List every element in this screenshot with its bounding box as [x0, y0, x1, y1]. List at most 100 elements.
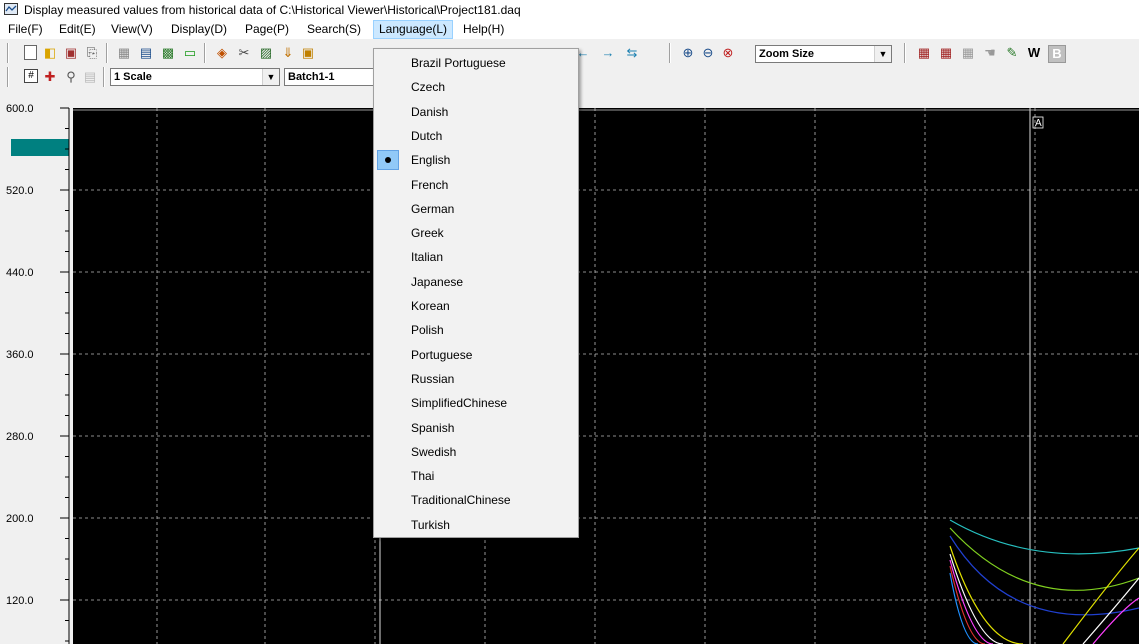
language-item-swedish[interactable]: Swedish: [376, 441, 576, 463]
radio-check-icon: [377, 150, 399, 171]
language-item-korean[interactable]: Korean: [376, 295, 576, 317]
language-item-label: Czech: [411, 80, 446, 95]
zoom-out-icon[interactable]: ⊖: [700, 45, 716, 61]
export-icon[interactable]: ▩: [160, 45, 176, 61]
menu-help[interactable]: Help(H): [458, 20, 509, 39]
language-item-label: Turkish: [411, 517, 450, 532]
batch-combo[interactable]: Batch1-1: [284, 68, 374, 86]
pointer-icon[interactable]: ☚: [982, 45, 998, 61]
language-item-label: Danish: [411, 104, 449, 119]
language-item-czech[interactable]: Czech: [376, 76, 576, 98]
menu-language[interactable]: Language(L): [373, 20, 454, 39]
paste-icon[interactable]: ▨: [258, 45, 274, 61]
language-item-italian[interactable]: Italian: [376, 246, 576, 268]
language-item-label: Thai: [411, 469, 435, 484]
language-item-russian[interactable]: Russian: [376, 368, 576, 390]
hash-icon[interactable]: #: [24, 69, 38, 83]
y-tick-label: 200.0: [6, 513, 34, 525]
language-item-label: Italian: [411, 250, 444, 265]
chevron-down-icon[interactable]: ▼: [262, 69, 279, 85]
language-item-japanese[interactable]: Japanese: [376, 271, 576, 293]
language-item-french[interactable]: French: [376, 174, 576, 196]
language-item-label: Portuguese: [411, 347, 473, 362]
sort-icon[interactable]: ⇓: [280, 45, 296, 61]
menu-display[interactable]: Display(D): [166, 20, 232, 39]
menu-bar: File(F) Edit(E) View(V) Display(D) Page(…: [0, 20, 1139, 39]
language-item-label: Spanish: [411, 420, 455, 435]
language-dropdown: Brazil Portuguese Czech Danish Dutch English…: [373, 48, 579, 538]
chart-overlay-icon[interactable]: ▦: [938, 45, 954, 61]
language-item-label: English: [411, 153, 451, 168]
y-axis: 600.0 520.0 440.0 360.0 280.0 200.0 120.0: [6, 103, 70, 644]
menu-edit[interactable]: Edit(E): [54, 20, 101, 39]
language-item-label: Dutch: [411, 128, 443, 143]
clipboard-icon[interactable]: ▤: [82, 69, 98, 85]
grid-icon[interactable]: ▦: [116, 45, 132, 61]
save-icon[interactable]: ▣: [63, 45, 79, 61]
y-tick-label: 600.0: [6, 103, 34, 115]
app-icon: [4, 3, 18, 15]
language-item-label: German: [411, 201, 455, 216]
language-item-german[interactable]: German: [376, 198, 576, 220]
list-icon[interactable]: ▭: [182, 45, 198, 61]
zoom-reset-icon[interactable]: ⊗: [720, 45, 736, 61]
table-icon[interactable]: ▤: [138, 45, 154, 61]
language-item-spanish[interactable]: Spanish: [376, 417, 576, 439]
copy-icon[interactable]: ◈: [214, 45, 230, 61]
language-item-portuguese[interactable]: Portuguese: [376, 344, 576, 366]
w-icon[interactable]: W: [1026, 45, 1042, 61]
grid-toggle-icon[interactable]: ▦: [960, 45, 976, 61]
language-item-label: TraditionalChinese: [411, 493, 511, 508]
language-item-simplifiedchinese[interactable]: SimplifiedChinese: [376, 392, 576, 414]
language-item-traditionalchinese[interactable]: TraditionalChinese: [376, 489, 576, 511]
chart-icon[interactable]: ▦: [916, 45, 932, 61]
menu-file[interactable]: File(F): [3, 20, 48, 39]
cursor-a-label: A: [1035, 118, 1042, 129]
trend-plot[interactable]: A: [73, 108, 1139, 644]
scale-combo[interactable]: 1 Scale ▼: [110, 68, 280, 86]
toolbar-separator: [106, 43, 108, 63]
language-item-thai[interactable]: Thai: [376, 465, 576, 487]
secondary-toolbar: # ✚ ⚲ ▤ 1 Scale ▼ Batch1-1: [0, 66, 700, 88]
y-tick-label: 360.0: [6, 349, 34, 361]
add-icon[interactable]: ✚: [42, 69, 58, 85]
language-item-polish[interactable]: Polish: [376, 319, 576, 341]
arrows-both-icon[interactable]: ⇆: [624, 45, 640, 61]
y-tick-label: 120.0: [6, 595, 34, 607]
toolbar-separator: [7, 67, 9, 87]
chevron-down-icon[interactable]: ▼: [874, 46, 891, 62]
zoom-in-icon[interactable]: ⊕: [680, 45, 696, 61]
open-folder-icon[interactable]: ◧: [42, 45, 58, 61]
language-item-brazil-portuguese[interactable]: Brazil Portuguese: [376, 52, 576, 74]
b-icon[interactable]: B: [1048, 45, 1066, 63]
title-bar: Display measured values from historical …: [0, 0, 1139, 20]
search-icon[interactable]: ⚲: [63, 69, 79, 85]
toolbar-separator: [7, 43, 9, 63]
menu-search[interactable]: Search(S): [302, 20, 366, 39]
language-item-label: Swedish: [411, 444, 457, 459]
zoom-size-combo[interactable]: Zoom Size ▼: [755, 45, 892, 63]
menu-view[interactable]: View(V): [106, 20, 158, 39]
pen-icon[interactable]: ✎: [1004, 45, 1020, 61]
y-tick-label: 280.0: [6, 431, 34, 443]
menu-page[interactable]: Page(P): [240, 20, 294, 39]
toolbar-separator: [669, 43, 671, 63]
language-item-label: French: [411, 177, 449, 192]
language-item-label: Russian: [411, 371, 455, 386]
language-item-label: SimplifiedChinese: [411, 396, 508, 411]
print-icon[interactable]: ⎘: [84, 45, 100, 61]
cut-icon[interactable]: ✂: [236, 45, 252, 61]
language-item-greek[interactable]: Greek: [376, 222, 576, 244]
zoom-size-value: Zoom Size: [759, 48, 815, 60]
lock-icon[interactable]: ▣: [300, 45, 316, 61]
language-item-danish[interactable]: Danish: [376, 101, 576, 123]
language-item-label: Japanese: [411, 274, 464, 289]
new-file-icon[interactable]: [24, 45, 37, 60]
language-item-label: Polish: [411, 323, 444, 338]
language-item-label: Brazil Portuguese: [411, 56, 506, 70]
language-item-turkish[interactable]: Turkish: [376, 514, 576, 536]
language-item-english[interactable]: English: [376, 149, 576, 171]
language-item-dutch[interactable]: Dutch: [376, 125, 576, 147]
arrow-right-icon[interactable]: →: [600, 45, 616, 61]
language-item-label: Korean: [411, 299, 450, 313]
